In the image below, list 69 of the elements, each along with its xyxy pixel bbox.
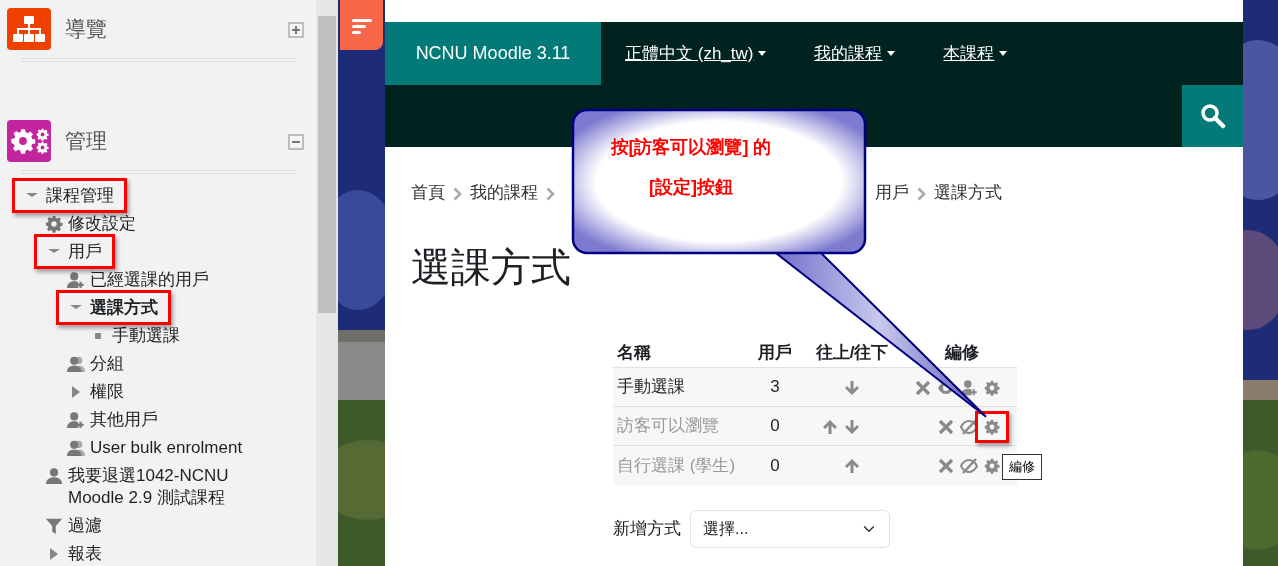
breadcrumb-link[interactable]: 用戶 <box>875 180 909 206</box>
block-title: 管理 <box>65 128 108 155</box>
caret-right-icon[interactable] <box>71 385 81 399</box>
breadcrumb-current: 選課方式 <box>934 182 1002 204</box>
user-icon <box>45 467 63 485</box>
column-header: 用戶 <box>753 337 797 368</box>
callout-text: 按[訪客可以瀏覽] 的 <box>610 138 772 156</box>
site-brand[interactable]: NCNU Moodle 3.11 <box>385 22 601 85</box>
search-button[interactable] <box>1182 85 1243 147</box>
arrow-down-icon[interactable] <box>844 379 860 396</box>
method-select[interactable]: 選擇... <box>690 509 890 548</box>
nav-menu[interactable]: 正體中文 (zh_tw) <box>601 22 791 85</box>
menu-icon <box>349 16 374 35</box>
scrollbar[interactable] <box>316 0 338 566</box>
breadcrumb-link[interactable]: 首頁 <box>411 180 445 206</box>
sitemap-icon <box>7 8 51 50</box>
sidebar-item[interactable]: 我要退選1042-NCNU Moodle 2.9 測試課程 <box>68 465 268 509</box>
sidebar-item[interactable]: User bulk enrolment <box>90 437 243 459</box>
gear-icon[interactable] <box>984 418 1000 435</box>
delete-icon[interactable] <box>938 418 954 435</box>
gears-icon <box>7 120 51 162</box>
arrow-down-icon[interactable] <box>844 418 860 435</box>
user-add-icon <box>67 271 85 289</box>
user-add-icon[interactable] <box>961 379 978 397</box>
filter-icon <box>45 517 63 535</box>
block-title: 導覽 <box>65 16 108 43</box>
user-add-icon <box>67 411 85 429</box>
gear-icon <box>45 215 63 233</box>
table-cell: 自行選課 (學生) <box>613 445 753 485</box>
sidebar-item[interactable]: 過濾 <box>68 515 102 537</box>
sidebar-item[interactable]: 用戶 <box>68 241 102 263</box>
sidebar-item[interactable]: 其他用戶 <box>90 409 158 431</box>
table-cell: 3 <box>753 367 797 407</box>
users-icon <box>67 439 85 457</box>
column-header: 往上/往下 <box>797 337 907 368</box>
sidebar-item[interactable]: 手動選課 <box>112 325 180 347</box>
tooltip: 編修 <box>1002 454 1042 480</box>
column-header: 名稱 <box>613 337 753 368</box>
search-icon <box>1199 103 1226 129</box>
nav-menu[interactable]: 我的課程 <box>790 22 920 85</box>
eye-slash-icon[interactable] <box>960 418 978 435</box>
table-cell: 0 <box>753 406 797 446</box>
sidebar-item[interactable]: 權限 <box>90 381 124 403</box>
table-cell: 手動選課 <box>613 367 753 407</box>
gear-icon[interactable] <box>984 458 1000 474</box>
caret-right-icon[interactable] <box>49 547 59 561</box>
users-icon <box>67 355 85 373</box>
sidebar-item[interactable]: 已經選課的用戶 <box>90 269 209 291</box>
delete-icon[interactable] <box>938 458 954 474</box>
drawer-toggle-button[interactable] <box>340 0 383 50</box>
sidebar-item[interactable]: 課程管理 <box>46 185 114 207</box>
page-title: 選課方式 <box>411 247 572 288</box>
table-cell: 訪客可以瀏覽 <box>613 406 753 446</box>
arrow-up-icon[interactable] <box>844 458 860 474</box>
delete-icon[interactable] <box>915 379 931 396</box>
nav-menu[interactable]: 本課程 <box>919 22 1032 85</box>
field-label: 新增方式 <box>613 517 681 540</box>
eye-slash-icon[interactable] <box>960 458 978 474</box>
column-header: 編修 <box>907 337 1017 368</box>
callout-text: [設定]按鈕 <box>649 178 733 196</box>
breadcrumb-link[interactable]: 我的課程 <box>470 180 538 206</box>
arrow-up-icon[interactable] <box>822 418 838 435</box>
sidebar-item[interactable]: 修改設定 <box>68 213 136 235</box>
sidebar-item[interactable]: 選課方式 <box>90 297 158 319</box>
sidebar-item[interactable]: 報表 <box>68 543 102 565</box>
bullet-icon <box>94 332 102 340</box>
table-cell: 0 <box>753 445 797 485</box>
sidebar-item[interactable]: 分組 <box>90 353 124 375</box>
gear-icon[interactable] <box>984 379 1000 396</box>
